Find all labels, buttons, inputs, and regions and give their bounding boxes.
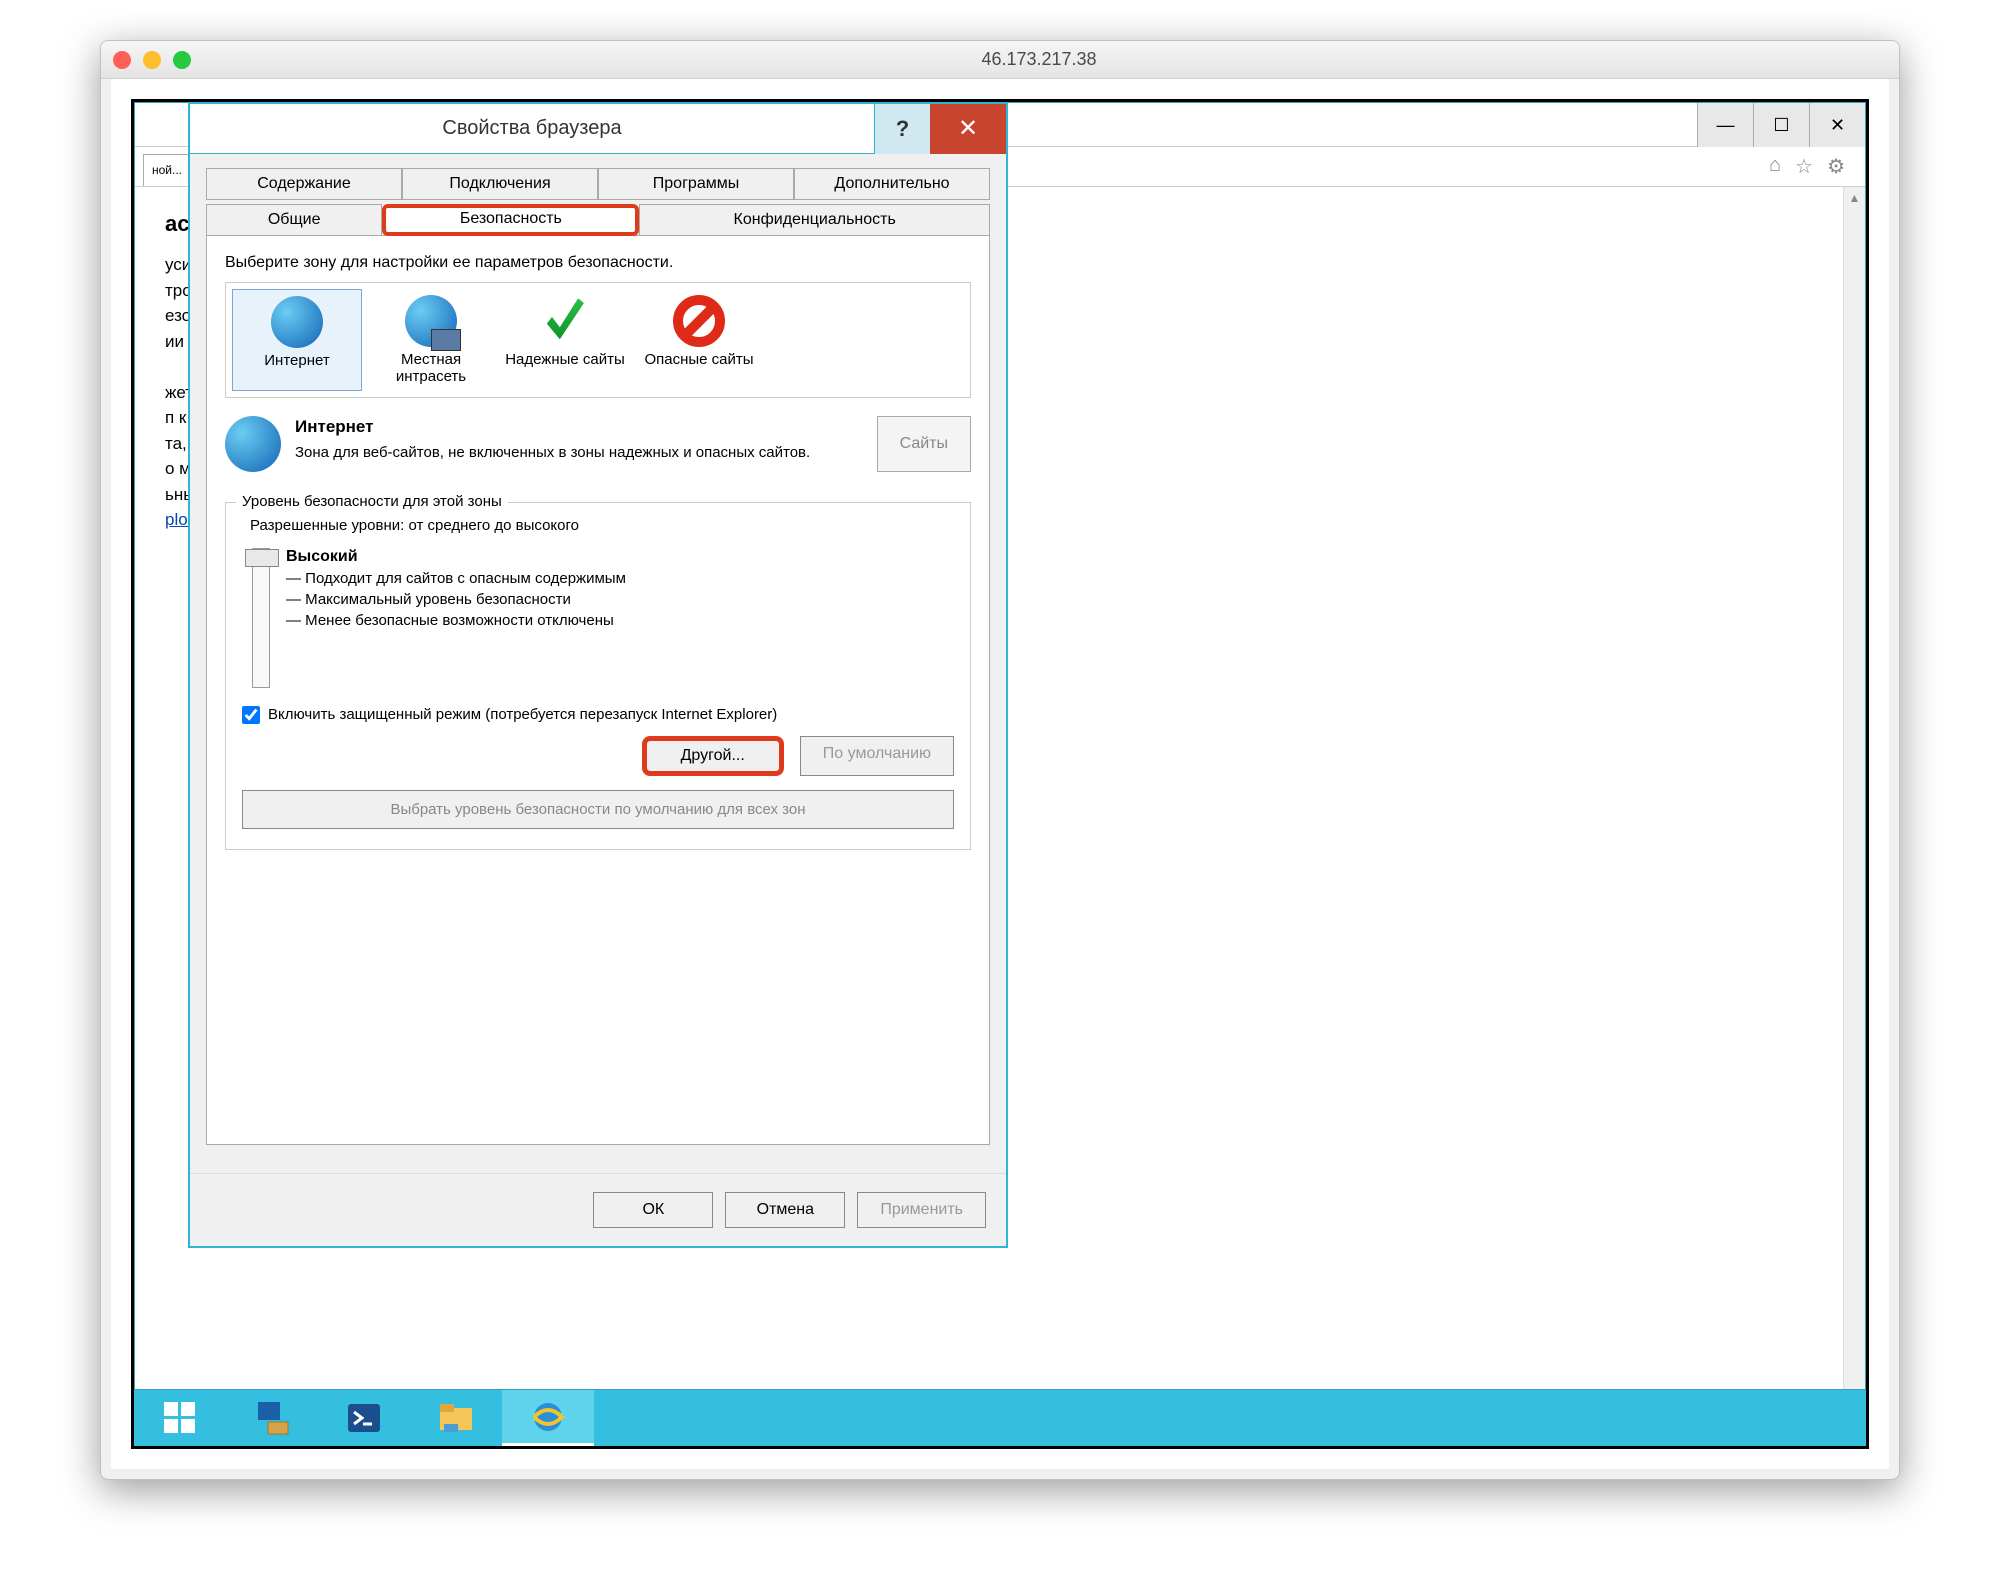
ok-button[interactable]: ОК <box>593 1192 713 1228</box>
favorites-icon[interactable]: ☆ <box>1795 154 1813 179</box>
folder-icon <box>438 1400 474 1436</box>
reset-all-zones-button[interactable]: Выбрать уровень безопасности по умолчани… <box>242 790 954 829</box>
mac-close-icon[interactable] <box>113 51 131 69</box>
zone-intranet[interactable]: Местная интрасеть <box>366 289 496 391</box>
zones-list: Интернет Местная интрасеть Надежные сайт… <box>225 282 971 398</box>
zone-intranet-label: Местная интрасеть <box>368 351 494 385</box>
scroll-up-icon[interactable]: ▲ <box>1844 187 1865 209</box>
dialog-title: Свойства браузера <box>190 117 874 140</box>
apply-button[interactable]: Применить <box>857 1192 986 1228</box>
slider-thumb[interactable] <box>245 549 279 567</box>
zone-trusted[interactable]: Надежные сайты <box>500 289 630 391</box>
internet-globe-icon <box>271 296 323 348</box>
dialog-help-button[interactable]: ? <box>874 104 930 154</box>
level-bullet-1: — Подходит для сайтов с опасным содержим… <box>286 570 626 587</box>
remote-desktop-viewport: — ☐ ✕ ной... ✕ ⌂ ☆ ⚙ <box>111 79 1889 1469</box>
dialog-close-button[interactable]: ✕ <box>930 104 1006 154</box>
security-level-slider[interactable] <box>252 548 270 688</box>
windows-desktop: — ☐ ✕ ной... ✕ ⌂ ☆ ⚙ <box>131 99 1869 1449</box>
powershell-icon <box>346 1400 382 1436</box>
zone-description-title: Интернет <box>295 416 810 439</box>
mac-window: 46.173.217.38 — ☐ ✕ ной... ✕ <box>100 40 1900 1480</box>
zone-restricted-label: Опасные сайты <box>636 351 762 368</box>
protected-mode-row: Включить защищенный режим (потребуется п… <box>242 706 954 724</box>
ie-icon <box>528 1397 568 1437</box>
checkmark-icon <box>539 295 591 347</box>
cancel-button[interactable]: Отмена <box>725 1192 845 1228</box>
taskbar-server-manager[interactable] <box>226 1390 318 1446</box>
sites-button[interactable]: Сайты <box>877 416 971 472</box>
mac-zoom-icon[interactable] <box>173 51 191 69</box>
dialog-body: Содержание Подключения Программы Дополни… <box>190 154 1006 1155</box>
intranet-icon <box>405 295 457 347</box>
start-button[interactable] <box>134 1390 226 1446</box>
tab-privacy[interactable]: Конфиденциальность <box>639 204 990 236</box>
custom-level-button[interactable]: Другой... <box>642 736 784 776</box>
ie-window-controls: — ☐ ✕ <box>1697 103 1865 146</box>
zone-description-text: Интернет Зона для веб-сайтов, не включен… <box>295 416 810 472</box>
default-level-button[interactable]: По умолчанию <box>800 736 954 776</box>
zone-description: Интернет Зона для веб-сайтов, не включен… <box>225 416 971 472</box>
zone-internet[interactable]: Интернет <box>232 289 362 391</box>
ie-tab-label: ной... <box>152 163 182 177</box>
ie-minimize-button[interactable]: — <box>1697 103 1753 147</box>
dialog-tabs-row-2: Общие Безопасность Конфиденциальность <box>206 204 990 236</box>
mac-minimize-icon[interactable] <box>143 51 161 69</box>
allowed-levels-label: Разрешенные уровни: от среднего до высок… <box>250 517 954 534</box>
windows-taskbar <box>134 1390 1866 1446</box>
ie-maximize-button[interactable]: ☐ <box>1753 103 1809 147</box>
zone-restricted[interactable]: Опасные сайты <box>634 289 764 391</box>
zone-description-icon <box>225 416 281 472</box>
level-bullet-3: — Менее безопасные возможности отключены <box>286 612 626 629</box>
taskbar-internet-explorer[interactable] <box>502 1390 594 1446</box>
ie-vertical-scrollbar[interactable]: ▲ <box>1843 187 1865 1389</box>
dialog-titlebar[interactable]: Свойства браузера ? ✕ <box>190 104 1006 154</box>
mac-window-title: 46.173.217.38 <box>191 49 1887 70</box>
zone-internet-label: Интернет <box>235 352 359 369</box>
level-bullet-2: — Максимальный уровень безопасности <box>286 591 626 608</box>
ie-toolbar-icons: ⌂ ☆ ⚙ <box>1769 154 1857 179</box>
mac-traffic-lights <box>113 51 191 69</box>
prohibited-icon <box>673 295 725 347</box>
protected-mode-checkbox[interactable] <box>242 706 260 724</box>
level-buttons-row: Другой... По умолчанию <box>242 736 954 776</box>
security-level-legend: Уровень безопасности для этой зоны <box>236 493 508 510</box>
tab-programs[interactable]: Программы <box>598 168 794 200</box>
tab-connections[interactable]: Подключения <box>402 168 598 200</box>
internet-options-dialog: Свойства браузера ? ✕ Содержание Подключ… <box>188 102 1008 1248</box>
zone-prompt-label: Выберите зону для настройки ее параметро… <box>225 254 971 272</box>
zone-description-body: Зона для веб-сайтов, не включенных в зон… <box>295 444 810 461</box>
level-description: Высокий — Подходит для сайтов с опасным … <box>286 548 626 688</box>
tab-advanced[interactable]: Дополнительно <box>794 168 990 200</box>
dialog-footer: ОК Отмена Применить <box>190 1173 1006 1246</box>
server-manager-icon <box>254 1400 290 1436</box>
taskbar-file-explorer[interactable] <box>410 1390 502 1446</box>
zone-trusted-label: Надежные сайты <box>502 351 628 368</box>
security-level-fieldset: Уровень безопасности для этой зоны Разре… <box>225 502 971 850</box>
tab-general[interactable]: Общие <box>206 204 382 236</box>
security-slider-area: Высокий — Подходит для сайтов с опасным … <box>242 548 954 688</box>
windows-logo-icon <box>164 1402 196 1434</box>
ie-close-button[interactable]: ✕ <box>1809 103 1865 147</box>
settings-gear-icon[interactable]: ⚙ <box>1827 154 1845 179</box>
dialog-tabs-row-1: Содержание Подключения Программы Дополни… <box>206 168 990 200</box>
mac-titlebar: 46.173.217.38 <box>101 41 1899 79</box>
tab-content[interactable]: Содержание <box>206 168 402 200</box>
home-icon[interactable]: ⌂ <box>1769 154 1781 179</box>
tab-security[interactable]: Безопасность <box>382 204 639 236</box>
security-tab-panel: Выберите зону для настройки ее параметро… <box>206 235 990 1145</box>
protected-mode-label: Включить защищенный режим (потребуется п… <box>268 706 777 723</box>
level-name: Высокий <box>286 548 358 565</box>
taskbar-powershell[interactable] <box>318 1390 410 1446</box>
